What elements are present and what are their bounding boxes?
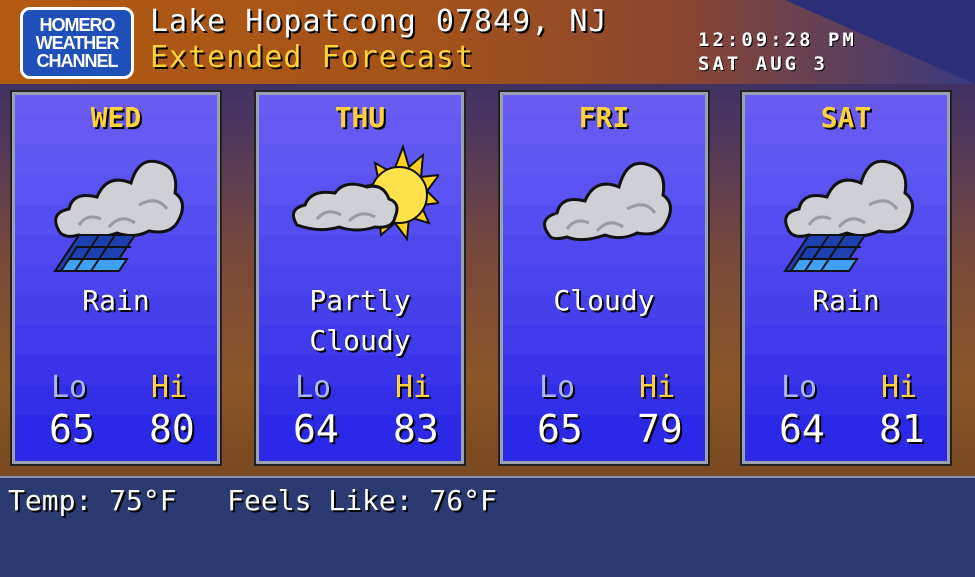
hi-label: Hi — [639, 370, 676, 405]
header-bar: HOMERO WEATHER CHANNEL Lake Hopatcong 07… — [0, 0, 975, 84]
rain-icon — [53, 159, 184, 272]
lo-label: Lo — [781, 370, 818, 405]
current-conditions-text: Temp: 75°F Feels Like: 76°F — [8, 484, 497, 517]
hi-label: Hi — [151, 370, 188, 405]
logo-line-1: HOMERO — [39, 15, 116, 35]
forecast-card-sat: SAT Rain Lo Hi 64 81 — [740, 90, 952, 466]
cloudy-icon — [543, 161, 672, 242]
lo-label: Lo — [539, 370, 576, 405]
location-title: Lake Hopatcong 07849, NJ — [150, 4, 608, 39]
forecast-card-thu: THU Partly Cloudy Lo Hi 64 83 — [254, 90, 466, 466]
day-label: FRI — [578, 101, 630, 134]
lo-temp: 65 — [49, 407, 95, 451]
lo-temp: 64 — [779, 407, 825, 451]
condition-text: Cloudy — [553, 284, 655, 317]
condition-text: Rain — [812, 284, 880, 317]
hi-label: Hi — [395, 370, 432, 405]
condition-text: Rain — [82, 284, 150, 317]
partly-cloudy-icon — [291, 143, 439, 242]
lo-temp: 64 — [293, 407, 339, 451]
day-label: THU — [334, 101, 386, 134]
channel-logo: HOMERO WEATHER CHANNEL — [20, 7, 134, 79]
hi-label: Hi — [881, 370, 918, 405]
page-subtitle: Extended Forecast — [150, 40, 475, 75]
lo-label: Lo — [295, 370, 332, 405]
forecast-card-fri: FRI Cloudy Lo Hi 65 79 — [498, 90, 710, 466]
day-label: WED — [90, 101, 142, 134]
clock: 12:09:28 PM SAT AUG 3 — [698, 28, 857, 76]
lo-label: Lo — [51, 370, 88, 405]
hi-temp: 83 — [393, 407, 439, 451]
clock-date: SAT AUG 3 — [698, 53, 828, 75]
day-label: SAT — [820, 101, 872, 134]
rain-icon — [783, 159, 914, 272]
forecast-card-wed: WED Rain Lo Hi 65 80 — [10, 90, 222, 466]
hi-temp: 81 — [879, 407, 925, 451]
logo-line-2: WEATHER — [35, 33, 120, 53]
lo-temp: 65 — [537, 407, 583, 451]
condition-text: Partly Cloudy — [309, 284, 411, 357]
current-conditions-bar: Temp: 75°F Feels Like: 76°F — [0, 476, 975, 577]
hi-temp: 80 — [149, 407, 195, 451]
logo-line-3: CHANNEL — [36, 51, 119, 71]
hi-temp: 79 — [637, 407, 683, 451]
clock-time: 12:09:28 PM — [698, 29, 857, 51]
